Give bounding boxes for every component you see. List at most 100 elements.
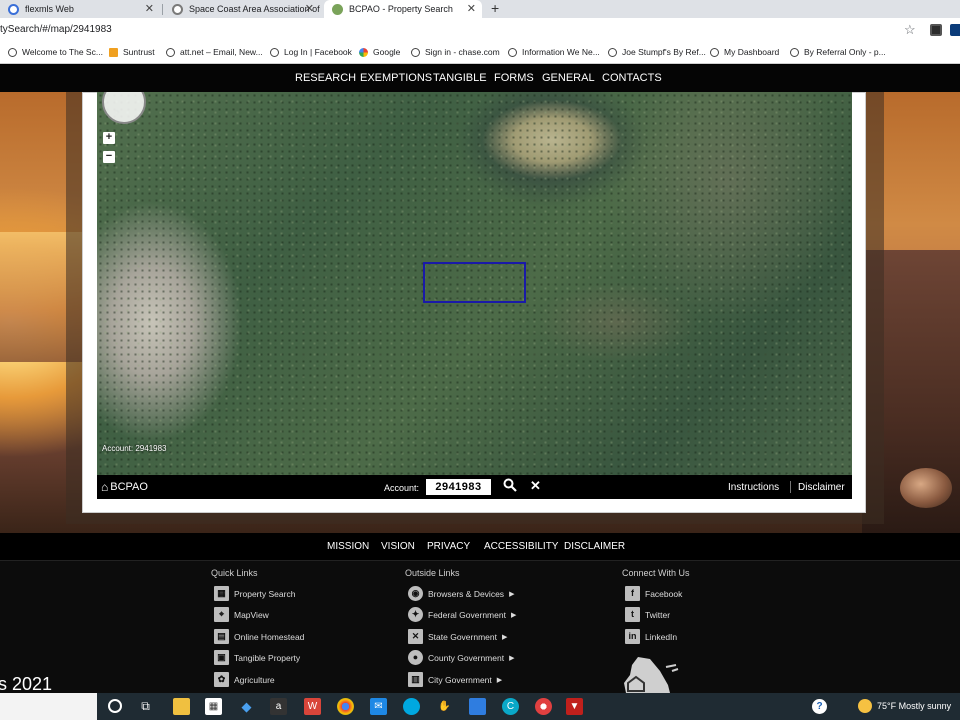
parcel-outline[interactable]	[423, 262, 526, 303]
tab-separator	[162, 4, 163, 15]
footer-nav-vision[interactable]: VISION	[381, 541, 415, 552]
outside-link-county[interactable]: ● County Government ▶	[408, 650, 514, 665]
footer-nav-mission[interactable]: MISSION	[327, 541, 369, 552]
nav-research[interactable]: RESEARCH	[295, 72, 356, 84]
footer-nav-accessibility[interactable]: ACCESSIBILITY	[484, 541, 558, 552]
bookmark-label: Suntrust	[123, 47, 155, 57]
bcpao-home-link[interactable]: ⌂ BCPAO	[101, 480, 148, 494]
att-icon[interactable]	[403, 698, 420, 715]
link-label: Twitter	[645, 609, 671, 620]
close-icon[interactable]: ✕	[467, 2, 476, 15]
globe-icon	[508, 47, 517, 57]
wps-office-icon[interactable]: W	[304, 698, 321, 715]
mail-icon[interactable]: ✉	[370, 698, 387, 715]
zoom-out-button[interactable]: −	[103, 151, 115, 163]
bookmark-star-icon[interactable]: ☆	[904, 22, 916, 38]
close-icon[interactable]: ✕	[145, 2, 154, 15]
disclaimer-link[interactable]: Disclaimer	[798, 482, 845, 493]
cortana-icon[interactable]	[108, 699, 122, 713]
file-explorer-icon[interactable]	[173, 698, 190, 715]
bookmark-item[interactable]: att.net – Email, New...	[166, 47, 263, 57]
bookmark-item[interactable]: Welcome to The Sc...	[8, 47, 103, 57]
globe-icon	[790, 47, 799, 57]
caret-right-icon: ▶	[509, 590, 515, 598]
quick-link-mapview[interactable]: ⌖ MapView	[214, 607, 269, 622]
county-map-icon	[624, 657, 679, 693]
task-view-icon[interactable]: ⧉	[137, 698, 154, 715]
quick-link-property-search[interactable]: ▦ Property Search	[214, 586, 295, 601]
chrome-icon[interactable]	[337, 698, 354, 715]
tangible-icon: ▣	[214, 650, 229, 665]
mcafee-icon[interactable]: ▼	[566, 698, 583, 715]
footer-nav-privacy[interactable]: PRIVACY	[427, 541, 470, 552]
close-icon[interactable]: ✕	[305, 2, 314, 15]
connect-linkedin[interactable]: in LinkedIn	[625, 629, 677, 644]
bookmark-item[interactable]: By Referral Only - p...	[790, 47, 886, 57]
outside-link-city[interactable]: ▥ City Government ▶	[408, 672, 502, 687]
quick-link-online-homestead[interactable]: ▤ Online Homestead	[214, 629, 304, 644]
bookmark-item[interactable]: Log In | Facebook	[270, 47, 352, 57]
bookmark-item[interactable]: Information We Ne...	[508, 47, 600, 57]
hand-icon[interactable]: ✋	[436, 698, 453, 715]
taskbar-search-box[interactable]	[0, 693, 97, 720]
home-icon: ⌂	[101, 480, 109, 494]
bookmark-item[interactable]: Sign in - chase.com	[411, 47, 500, 57]
site-main-nav: RESEARCH EXEMPTIONS TANGIBLE FORMS GENER…	[0, 65, 960, 92]
link-label: MapView	[234, 609, 269, 620]
city-icon: ▥	[408, 672, 423, 687]
bookmark-label: My Dashboard	[724, 47, 780, 57]
help-icon[interactable]: ?	[812, 699, 827, 714]
outside-link-federal[interactable]: ✦ Federal Government ▶	[408, 607, 516, 622]
globe-icon: ◉	[408, 586, 423, 601]
site-footer: Quick Links ▦ Property Search ⌖ MapView …	[0, 561, 960, 694]
weather-widget[interactable]: 75°F Mostly sunny	[877, 701, 951, 711]
globe-icon	[270, 47, 279, 57]
footer-nav-disclaimer[interactable]: DISCLAIMER	[564, 541, 625, 552]
amazon-icon[interactable]: a	[270, 698, 287, 715]
bookmark-item[interactable]: Joe Stumpf's By Ref...	[608, 47, 706, 57]
tab-title: BCPAO - Property Search	[349, 4, 453, 14]
connect-twitter[interactable]: t Twitter	[625, 607, 670, 622]
bcpao-icon	[332, 3, 343, 15]
quick-link-tangible-property[interactable]: ▣ Tangible Property	[214, 650, 300, 665]
nav-contacts[interactable]: CONTACTS	[602, 72, 662, 84]
search-icon[interactable]	[503, 478, 517, 495]
zoom-in-button[interactable]: +	[103, 132, 115, 144]
bookmark-label: Google	[373, 47, 401, 57]
clear-icon[interactable]: ✕	[530, 478, 541, 494]
connect-facebook[interactable]: f Facebook	[625, 586, 682, 601]
nav-tangible[interactable]: TANGIBLE	[433, 72, 487, 84]
store-icon[interactable]: ▦	[205, 698, 222, 715]
outside-link-browsers[interactable]: ◉ Browsers & Devices ▶	[408, 586, 514, 601]
property-search-icon: ▦	[214, 586, 229, 601]
url-field[interactable]: tySearch/#/map/2941983	[0, 24, 112, 35]
bookmark-label: Joe Stumpf's By Ref...	[622, 47, 706, 57]
facebook-icon: f	[625, 586, 640, 601]
bookmark-item[interactable]: Google	[359, 47, 400, 57]
bookmark-item[interactable]: My Dashboard	[710, 47, 779, 57]
outside-link-state[interactable]: ✕ State Government ▶	[408, 629, 507, 644]
instructions-link[interactable]: Instructions	[728, 482, 779, 493]
link-label: Online Homestead	[234, 631, 305, 642]
c-app-icon[interactable]: C	[502, 698, 519, 715]
extension-icon[interactable]	[930, 24, 942, 36]
phone-icon[interactable]	[469, 698, 486, 715]
aerial-map[interactable]: + − Account: 2941983	[97, 92, 852, 475]
nav-general[interactable]: GENERAL	[542, 72, 595, 84]
quick-link-agriculture[interactable]: ✿ Agriculture	[214, 672, 275, 687]
account-search-input[interactable]	[426, 479, 491, 495]
new-tab-button[interactable]: +	[491, 0, 499, 18]
tab-bcpao[interactable]: BCPAO - Property Search ✕	[324, 0, 482, 18]
bookmark-item[interactable]: Suntrust	[109, 47, 155, 57]
dropbox-icon[interactable]: ◆	[238, 698, 255, 715]
tab-space-coast[interactable]: Space Coast Area Association of ✕	[164, 0, 320, 18]
nav-exemptions[interactable]: EXEMPTIONS	[360, 72, 432, 84]
extension-icon[interactable]	[950, 24, 960, 36]
bookmark-label: Log In | Facebook	[284, 47, 352, 57]
nav-forms[interactable]: FORMS	[494, 72, 534, 84]
account-label: Account:	[384, 483, 420, 493]
suntrust-icon	[109, 47, 118, 57]
chrome-profile-icon[interactable]	[535, 698, 552, 715]
bookmark-label: Welcome to The Sc...	[22, 47, 103, 57]
tab-flexmls[interactable]: flexmls Web ✕	[0, 0, 160, 18]
